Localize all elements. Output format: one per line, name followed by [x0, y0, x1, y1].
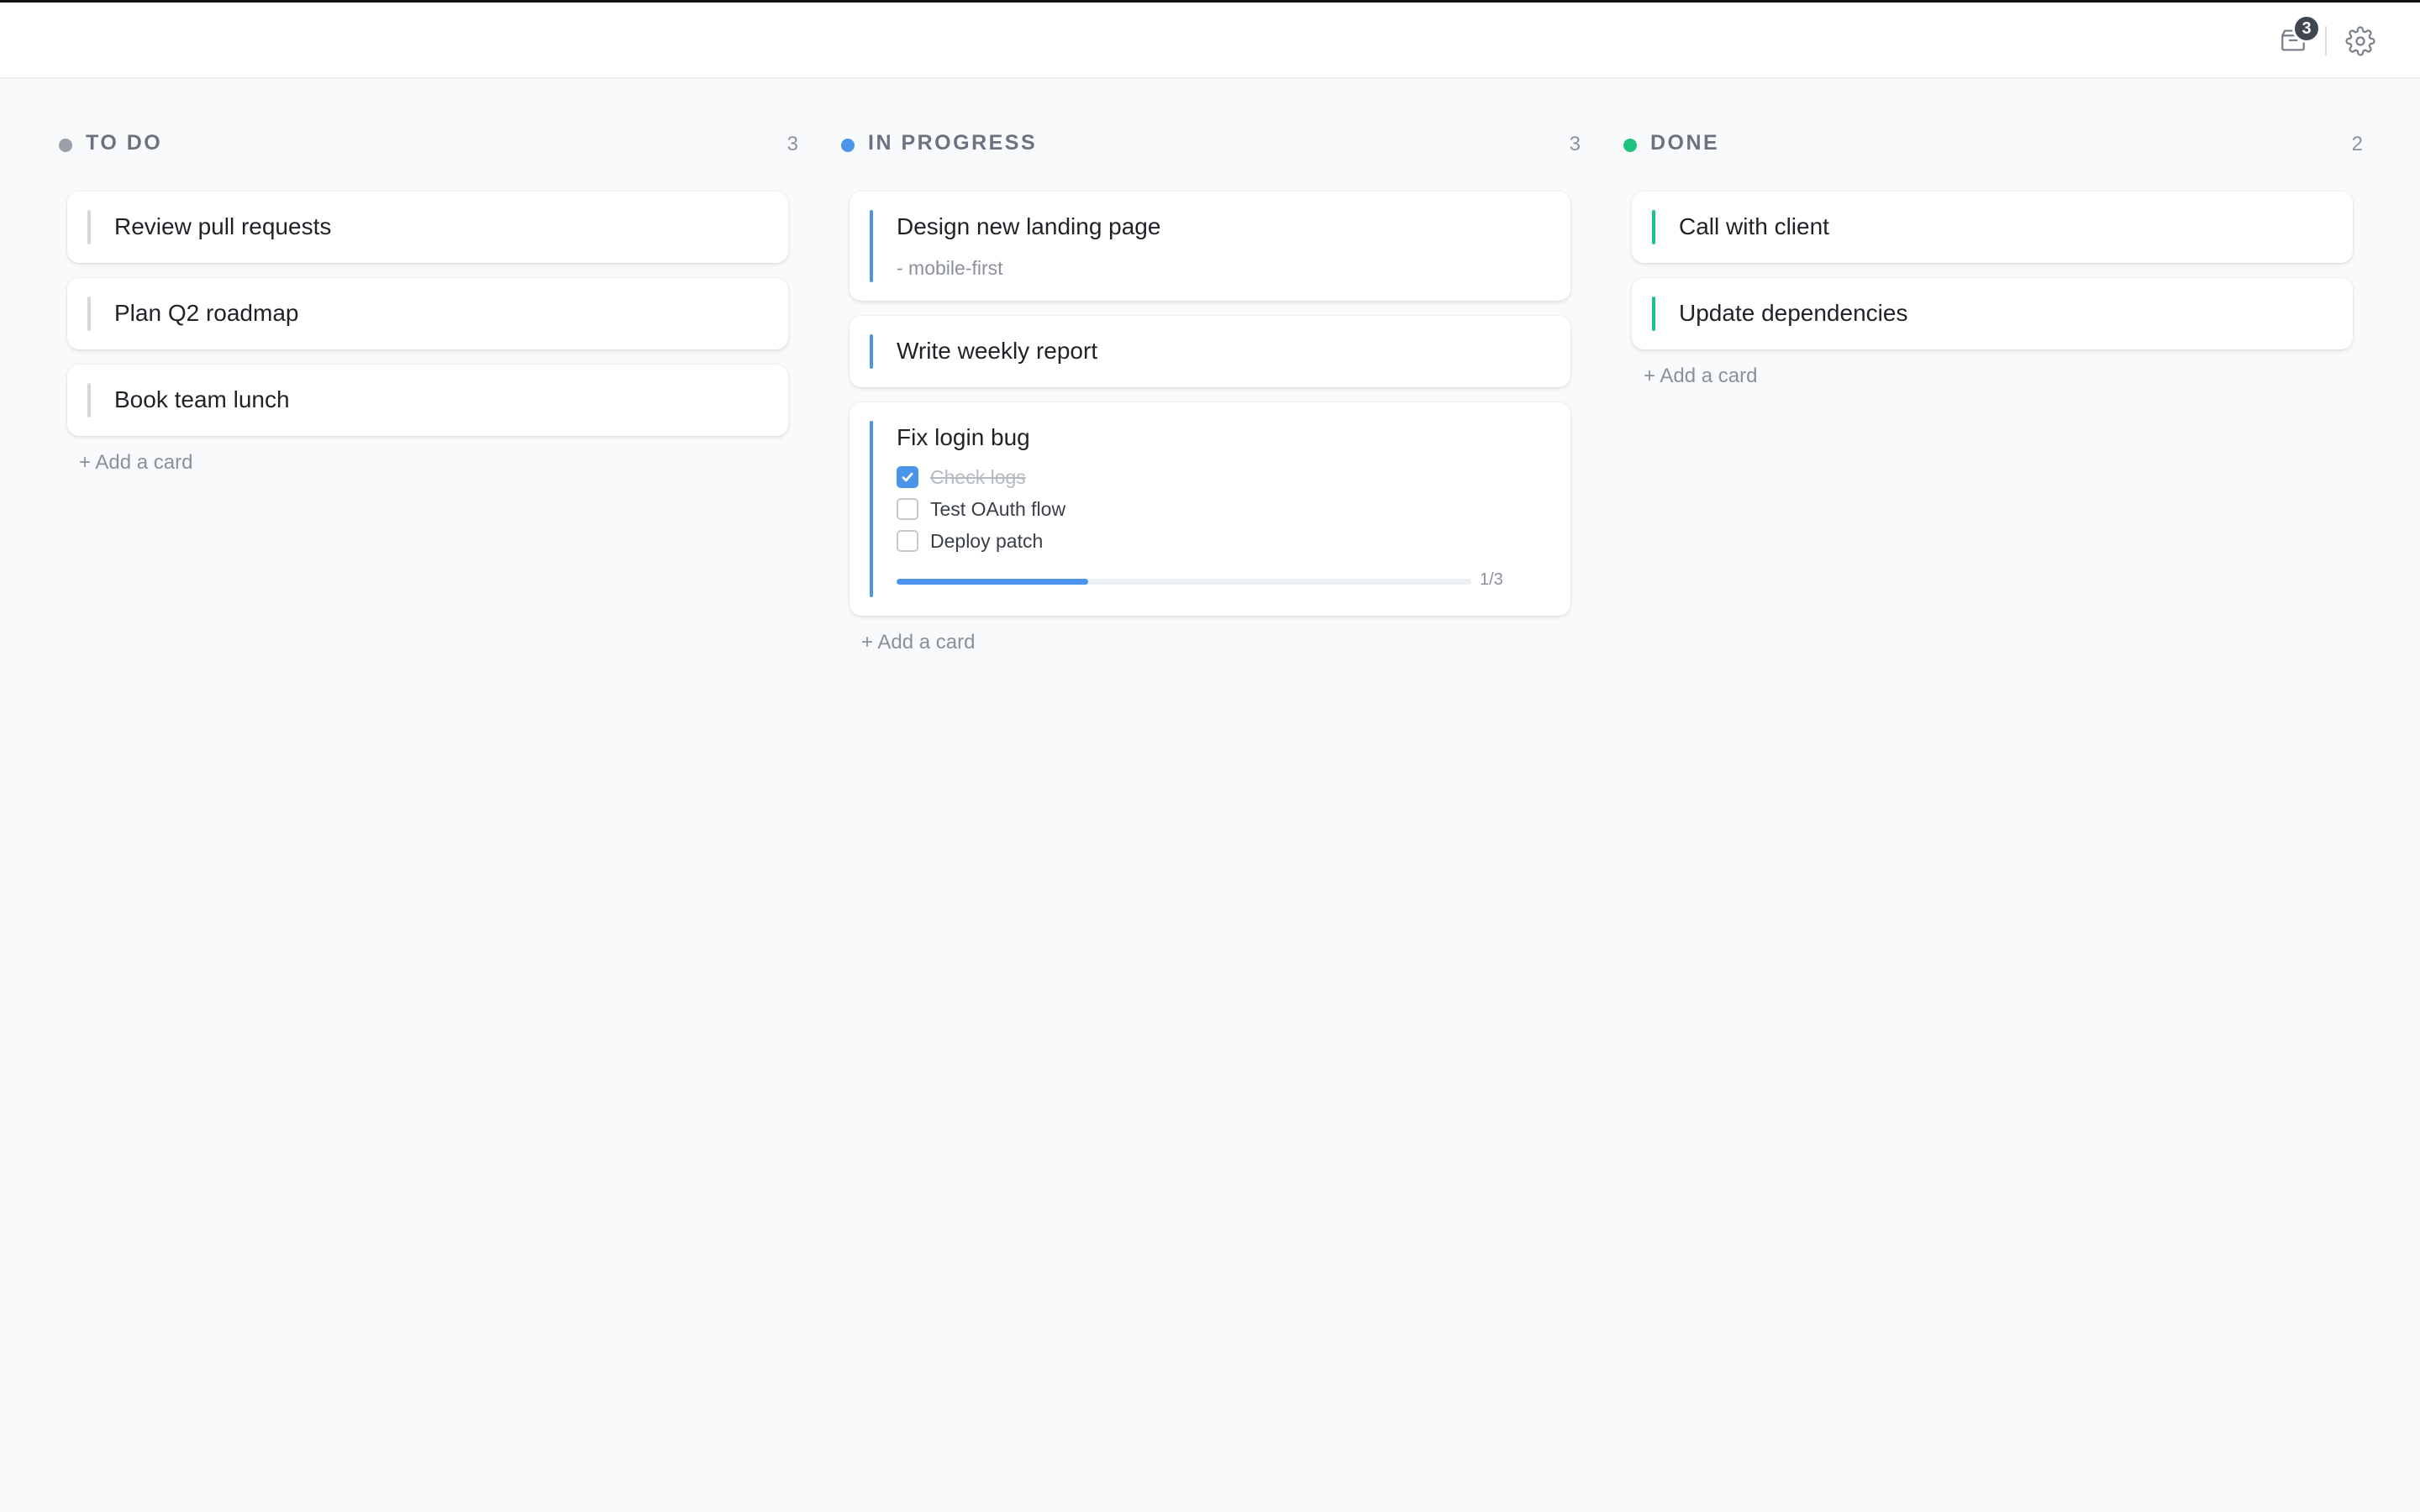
card-accent-bar: [870, 421, 873, 597]
card-list: Call with client Update dependencies + A…: [1632, 192, 2353, 388]
card-title: Plan Q2 roadmap: [114, 300, 299, 326]
status-dot: [59, 139, 72, 152]
status-dot: [1623, 139, 1637, 152]
task-card[interactable]: Design new landing page - mobile-first: [850, 192, 1570, 301]
checklist-progress-bar: [897, 579, 1471, 585]
column-todo: TO DO 3 Review pull requests Plan Q2 roa…: [59, 126, 798, 474]
column-count: 3: [1569, 133, 1581, 155]
status-dot: [841, 139, 855, 152]
card-accent-bar: [870, 210, 873, 282]
column-header: IN PROGRESS 3: [841, 126, 1581, 165]
task-card[interactable]: Call with client: [1632, 192, 2353, 263]
card-title: Call with client: [1679, 213, 1829, 239]
checklist-item: Test OAuth flow: [897, 496, 1065, 522]
inbox-count-badge: 3: [2292, 14, 2321, 43]
checklist-item: Deploy patch: [897, 528, 1043, 554]
checklist-progress-fill: [897, 579, 1088, 585]
column-done: DONE 2 Call with client Update dependenc…: [1623, 126, 2363, 387]
card-title: Review pull requests: [114, 213, 332, 239]
column-title: DONE: [1650, 131, 1720, 155]
column-title: IN PROGRESS: [868, 131, 1038, 155]
card-title: Book team lunch: [114, 386, 290, 412]
card-accent-bar: [87, 383, 91, 417]
task-card[interactable]: Plan Q2 roadmap: [67, 278, 788, 349]
task-card[interactable]: Review pull requests: [67, 192, 788, 263]
add-card-button[interactable]: + Add a card: [861, 631, 1570, 654]
checklist-label: Test OAuth flow: [930, 497, 1066, 520]
card-accent-bar: [87, 297, 91, 331]
card-accent-bar: [1652, 210, 1655, 244]
task-card[interactable]: Fix login bug Check logs Test OAuth flow…: [850, 402, 1570, 616]
checklist-label: Deploy patch: [930, 529, 1044, 552]
column-header: TO DO 3: [59, 126, 798, 165]
task-card[interactable]: Update dependencies: [1632, 278, 2353, 349]
card-list: Review pull requests Plan Q2 roadmap Boo…: [67, 192, 788, 475]
card-accent-bar: [1652, 297, 1655, 331]
gear-icon: [2345, 26, 2375, 56]
checklist-checkbox[interactable]: [897, 530, 918, 552]
card-accent-bar: [87, 210, 91, 244]
column-count: 3: [786, 133, 798, 155]
check-icon: [902, 472, 913, 482]
column-header: DONE 2: [1623, 126, 2363, 165]
column-in-progress: IN PROGRESS 3 Design new landing page - …: [841, 126, 1581, 654]
checklist-progress-text: 1/3: [1480, 570, 1503, 589]
card-accent-bar: [870, 334, 873, 369]
settings-button[interactable]: [2342, 23, 2379, 60]
checklist-checkbox[interactable]: [897, 498, 918, 520]
top-bar: 3: [0, 3, 2420, 79]
column-count: 2: [2351, 133, 2363, 155]
card-title: Design new landing page: [897, 213, 1161, 239]
card-description: - mobile-first: [897, 257, 1003, 279]
card-title: Update dependencies: [1679, 300, 1908, 326]
checklist-item: Check logs: [897, 465, 1026, 490]
card-list: Design new landing page - mobile-first W…: [850, 192, 1570, 654]
task-card[interactable]: Book team lunch: [67, 365, 788, 436]
toolbar-divider: [2325, 26, 2327, 56]
checklist-label: Check logs: [930, 465, 1026, 488]
add-card-button[interactable]: + Add a card: [79, 451, 788, 475]
task-card[interactable]: Write weekly report: [850, 316, 1570, 387]
column-title: TO DO: [86, 131, 163, 155]
checklist-checkbox[interactable]: [897, 466, 918, 488]
add-card-button[interactable]: + Add a card: [1644, 365, 2353, 388]
card-title: Fix login bug: [897, 424, 1030, 450]
card-title: Write weekly report: [897, 338, 1098, 364]
